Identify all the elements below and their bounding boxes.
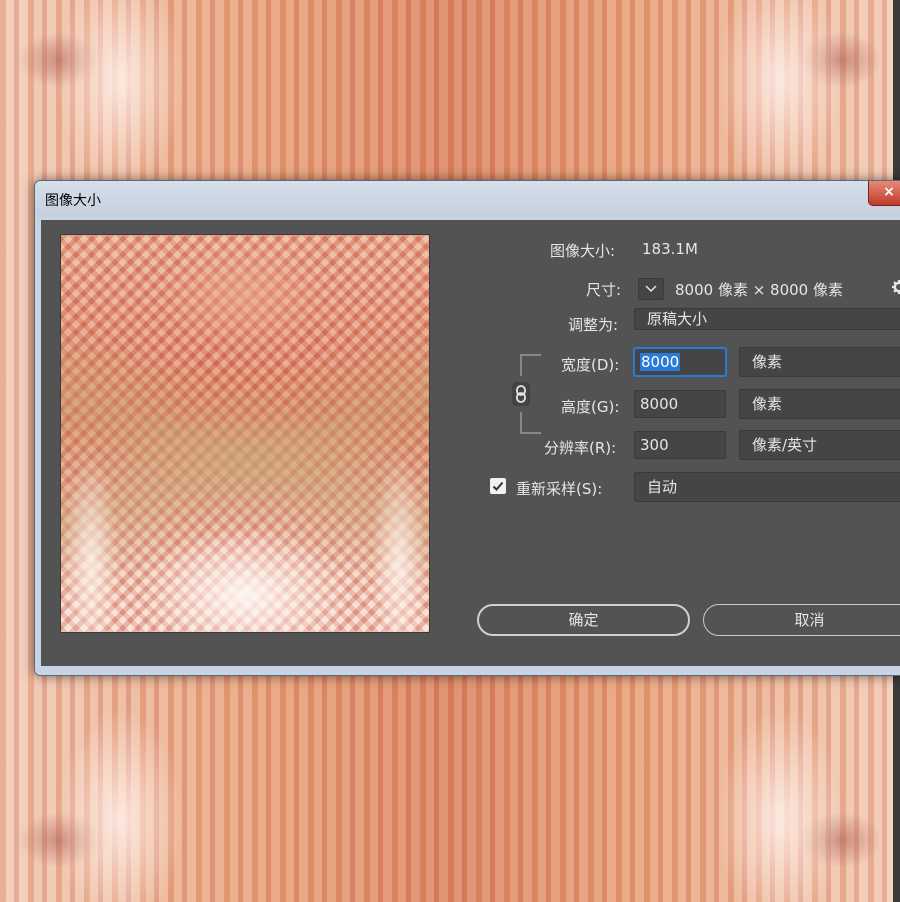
dialog-content: 图像大小: 183.1M 尺寸: 8000 像素 × 8000 像素 调整为: … [41, 220, 900, 666]
fit-to-value: 原稿大小 [647, 310, 708, 328]
resample-checkbox[interactable] [490, 478, 506, 494]
cancel-button-label: 取消 [794, 611, 825, 629]
resolution-input[interactable]: 300 [634, 431, 726, 459]
image-size-value: 183.1M [642, 240, 698, 258]
height-value: 8000 [640, 395, 679, 413]
width-unit-dropdown[interactable]: 像素 [739, 347, 900, 377]
width-input[interactable]: 8000 [634, 348, 726, 376]
resolution-unit-value: 像素/英寸 [752, 436, 818, 454]
resample-value: 自动 [647, 478, 678, 496]
image-size-dialog: 图像大小 × 图像大小: 183.1M 尺寸: 8000 像素 × 8000 像… [34, 180, 900, 676]
resample-dropdown[interactable]: 自动 [634, 472, 900, 502]
resample-label: 重新采样(S): [516, 480, 603, 498]
width-unit-value: 像素 [752, 353, 783, 371]
fit-to-dropdown[interactable]: 原稿大小 [634, 308, 900, 330]
height-input[interactable]: 8000 [634, 390, 726, 418]
dimensions-value: 8000 像素 × 8000 像素 [675, 281, 843, 299]
fit-to-label: 调整为: [568, 316, 619, 334]
height-label: 高度(G): [561, 398, 620, 416]
ok-button[interactable]: 确定 [477, 604, 690, 636]
close-icon: × [883, 184, 895, 200]
image-preview[interactable] [60, 234, 430, 633]
checkmark-icon [492, 481, 504, 491]
resolution-label: 分辨率(R): [544, 439, 617, 457]
dimensions-label: 尺寸: [586, 281, 622, 299]
cancel-button[interactable]: 取消 [703, 604, 900, 636]
dialog-title-bar[interactable]: 图像大小 × [35, 181, 900, 217]
image-size-label: 图像大小: [550, 242, 616, 260]
close-button[interactable]: × [868, 181, 900, 206]
height-unit-value: 像素 [752, 395, 783, 413]
ok-button-label: 确定 [568, 611, 599, 629]
dialog-title: 图像大小 [45, 193, 101, 209]
width-value: 8000 [640, 353, 681, 371]
width-label: 宽度(D): [561, 356, 620, 374]
chevron-down-icon [645, 285, 657, 293]
dimensions-unit-dropdown[interactable] [638, 278, 664, 300]
resolution-unit-dropdown[interactable]: 像素/英寸 [739, 430, 900, 460]
resolution-value: 300 [640, 436, 669, 454]
chain-link-icon[interactable] [511, 354, 543, 434]
height-unit-dropdown[interactable]: 像素 [739, 389, 900, 419]
gear-icon[interactable] [892, 280, 900, 294]
